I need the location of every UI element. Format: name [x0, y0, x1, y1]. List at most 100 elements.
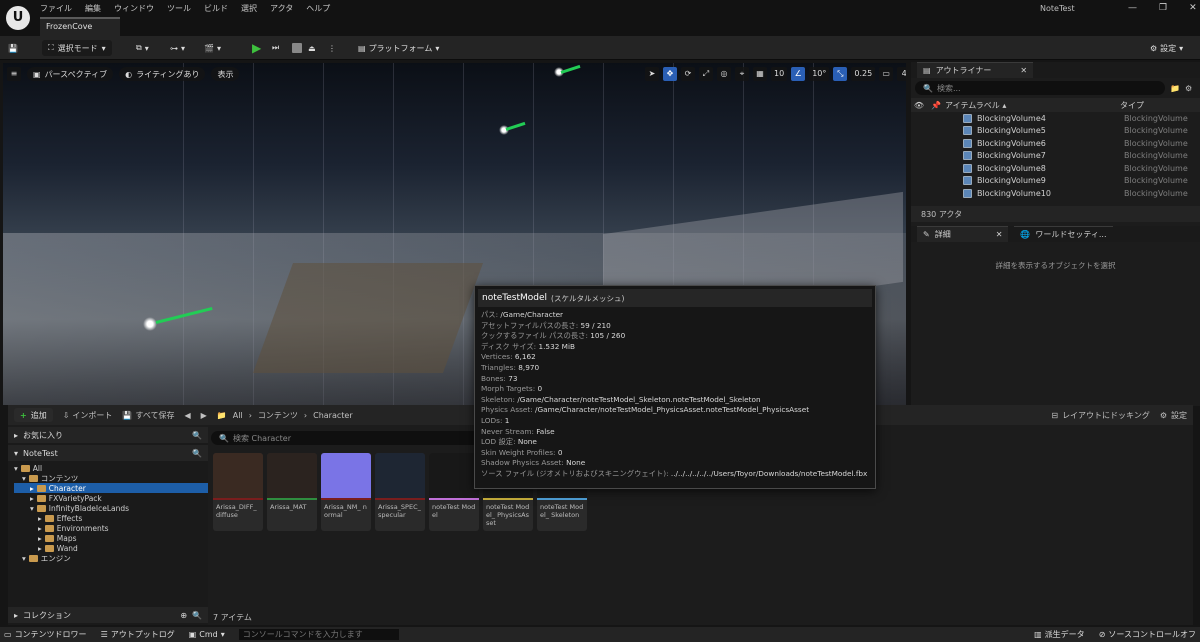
column-type[interactable]: タイプ — [1120, 100, 1144, 111]
select-arrow-icon[interactable]: ➤ — [645, 67, 659, 81]
gear-icon[interactable]: ⚙ — [1185, 84, 1192, 93]
menu-item[interactable]: ファイル — [40, 3, 72, 14]
folder-add-icon[interactable]: 📁 — [1170, 84, 1180, 93]
search-icon[interactable]: 🔍 — [192, 611, 202, 620]
dock-layout-button[interactable]: ⊟ レイアウトにドッキング — [1051, 410, 1149, 421]
level-tab[interactable]: FrozenCove — [40, 17, 120, 36]
menu-item[interactable]: ウィンドウ — [114, 3, 154, 14]
scale-snap-icon[interactable]: ⤡ — [833, 67, 848, 81]
hamburger-menu-icon[interactable]: ≡ — [7, 67, 21, 81]
folder-tree-item[interactable]: ▾ エンジン — [14, 553, 208, 563]
asset-tile[interactable]: Arissa_NM_ normal — [321, 453, 371, 531]
rotation-snap-icon[interactable]: ∠ — [791, 67, 806, 81]
column-item-label[interactable]: アイテムラベル ▴ — [945, 100, 1120, 111]
scale-snap-value[interactable]: 0.25 — [851, 67, 876, 81]
stop-button[interactable] — [292, 40, 302, 56]
camera-speed-value[interactable]: 4 — [897, 67, 906, 81]
folder-tree-item[interactable]: ▸ Character — [14, 483, 208, 493]
menu-item[interactable]: アクタ — [270, 3, 293, 14]
folder-tree-item[interactable]: ▸ Environments — [14, 523, 208, 533]
menu-item[interactable]: ヘルプ — [306, 3, 330, 14]
outliner-row[interactable]: BlockingVolume8 BlockingVolume — [911, 162, 1200, 175]
outliner-row[interactable]: BlockingVolume10 BlockingVolume — [911, 187, 1200, 200]
outliner-row[interactable]: BlockingVolume6 BlockingVolume — [911, 137, 1200, 150]
grid-snap-icon[interactable]: ▦ — [753, 67, 767, 81]
asset-tile[interactable]: noteTest Model — [429, 453, 479, 531]
folder-tree-item[interactable]: ▸ Effects — [14, 513, 208, 523]
outliner-search-input[interactable]: 🔍 検索... — [915, 81, 1165, 95]
save-all-button[interactable]: 💾 すべて保存 — [122, 410, 174, 421]
grid-size-value[interactable]: 10 — [771, 67, 788, 81]
cinematics-button[interactable]: 🎬 ▾ — [204, 40, 221, 56]
perspective-button[interactable]: ▣ パースペクティブ — [27, 67, 114, 81]
select-mode-dropdown[interactable]: ⛶ 選択モード ▾ — [42, 40, 112, 56]
add-actor-button[interactable]: ⧉ ▾ — [136, 40, 149, 56]
breadcrumb-all[interactable]: All — [233, 411, 243, 420]
minimize-icon[interactable]: — — [1128, 3, 1137, 13]
project-section[interactable]: ▾ NoteTest 🔍 — [8, 445, 208, 461]
menu-item[interactable]: 選択 — [241, 3, 257, 14]
scale-icon[interactable]: ⤢ — [699, 67, 713, 81]
tab-details[interactable]: ✎ 詳細 ✕ — [917, 226, 1009, 242]
close-icon[interactable]: ✕ — [996, 230, 1003, 239]
import-button[interactable]: ⇩ インポート — [63, 410, 113, 421]
back-icon[interactable]: ◀ — [185, 411, 191, 420]
tab-outliner[interactable]: ▤ アウトライナー ✕ — [917, 62, 1034, 78]
cmd-dropdown[interactable]: ▣ Cmd ▾ — [189, 630, 225, 639]
pin-icon[interactable]: 📌 — [927, 101, 945, 110]
rotate-icon[interactable]: ⟳ — [681, 67, 695, 81]
asset-tile[interactable]: Arissa_MAT — [267, 453, 317, 531]
asset-tile[interactable]: Arissa_SPEC_ specular — [375, 453, 425, 531]
tab-world-settings[interactable]: 🌐 ワールドセッティ... — [1014, 226, 1113, 242]
derived-data-button[interactable]: ▥ 派生データ — [1034, 629, 1085, 640]
unreal-logo-icon[interactable]: U — [6, 6, 30, 30]
folder-tree-item[interactable]: ▸ Maps — [14, 533, 208, 543]
settings-button[interactable]: ⚙ 設定 ▾ — [1150, 40, 1183, 56]
folder-tree-item[interactable]: ▸ FXVarietyPack — [14, 493, 208, 503]
add-button[interactable]: + 追加 — [14, 408, 53, 422]
breadcrumb-content[interactable]: コンテンツ — [258, 410, 298, 421]
menu-item[interactable]: ビルド — [204, 3, 228, 14]
outliner-row[interactable]: BlockingVolume7 BlockingVolume — [911, 150, 1200, 163]
content-settings-button[interactable]: ⚙ 設定 — [1160, 410, 1187, 421]
show-button[interactable]: 表示 — [211, 67, 240, 81]
search-icon[interactable]: 🔍 — [192, 449, 202, 458]
folder-tree-item[interactable]: ▸ Wand — [14, 543, 208, 553]
camera-icon[interactable]: ▭ — [879, 67, 894, 81]
blueprint-button[interactable]: ⊶ ▾ — [170, 40, 185, 56]
console-command-input[interactable]: コンソールコマンドを入力します — [238, 629, 399, 640]
platform-dropdown[interactable]: ▤ プラットフォーム ▾ — [358, 40, 439, 56]
favorites-section[interactable]: ▸ お気に入り 🔍 — [8, 427, 208, 443]
maximize-icon[interactable]: ❐ — [1159, 3, 1167, 13]
breadcrumb-character[interactable]: Character — [313, 411, 353, 420]
eye-icon[interactable]: 👁 — [911, 101, 927, 110]
collections-section[interactable]: ▸ コレクション ⊕ 🔍 — [8, 607, 208, 623]
content-drawer-button[interactable]: ▭ コンテンツドロワー — [4, 629, 87, 640]
play-button[interactable]: ▶ — [252, 40, 261, 56]
asset-tile[interactable]: Arissa_DIFF_ diffuse — [213, 453, 263, 531]
asset-search-input[interactable]: 🔍 検索 Character — [211, 431, 481, 445]
menu-item[interactable]: 編集 — [85, 3, 101, 14]
world-icon[interactable]: ◎ — [717, 67, 731, 81]
add-collection-icon[interactable]: ⊕ — [180, 611, 187, 620]
step-button[interactable]: ⏭ — [272, 40, 279, 56]
outliner-row[interactable]: BlockingVolume5 BlockingVolume — [911, 125, 1200, 138]
eject-button[interactable]: ⏏ — [308, 40, 316, 56]
light-source-icon[interactable] — [143, 317, 157, 331]
output-log-button[interactable]: ☰ アウトプットログ — [101, 629, 175, 640]
outliner-row[interactable]: BlockingVolume9 BlockingVolume — [911, 175, 1200, 188]
rotation-snap-value[interactable]: 10° — [809, 67, 830, 81]
save-icon[interactable]: 💾 — [8, 40, 18, 56]
folder-tree-item[interactable]: ▾ InfinityBladeIceLands — [14, 503, 208, 513]
outliner-row[interactable]: BlockingVolume4 BlockingVolume — [911, 112, 1200, 125]
surface-snap-icon[interactable]: ⌖ — [735, 67, 749, 81]
forward-icon[interactable]: ▶ — [201, 411, 207, 420]
move-icon[interactable]: ✥ — [663, 67, 677, 81]
source-control-button[interactable]: ⊘ ソースコントロールオフ — [1099, 629, 1196, 640]
menu-item[interactable]: ツール — [167, 3, 191, 14]
folder-tree-item[interactable]: ▾ コンテンツ — [14, 473, 208, 483]
folder-tree-item[interactable]: ▾ All — [14, 463, 208, 473]
close-icon[interactable]: ✕ — [1189, 3, 1197, 13]
close-icon[interactable]: ✕ — [1020, 66, 1027, 75]
search-icon[interactable]: 🔍 — [192, 431, 202, 440]
